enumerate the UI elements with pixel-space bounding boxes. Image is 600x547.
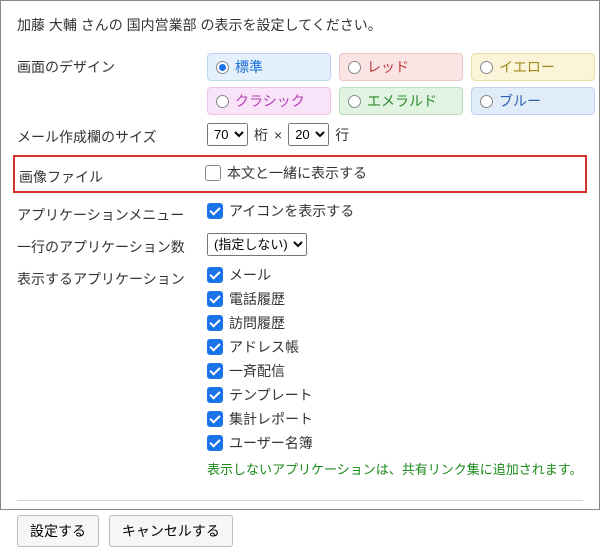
apps-note: 表示しないアプリケーションは、共有リンク集に追加されます。 (207, 459, 583, 478)
app-label: アドレス帳 (229, 337, 299, 357)
label-design: 画面のデザイン (17, 53, 207, 77)
theme-label: ブルー (499, 91, 541, 111)
mail-rows-unit: 行 (335, 125, 349, 145)
app-checkbox[interactable] (207, 435, 223, 451)
page-intro: 加藤 大輔 さんの 国内営業部 の表示を設定してください。 (17, 15, 583, 35)
mail-cols-select[interactable]: 70 (207, 123, 248, 146)
row-app-menu: アプリケーションメニュー アイコンを表示する (17, 201, 583, 225)
app-checkbox[interactable] (207, 339, 223, 355)
mail-times: × (274, 127, 282, 143)
theme-option-emerald[interactable]: エメラルド (339, 87, 463, 115)
app-item: 電話履歴 (207, 289, 583, 309)
app-menu-checkbox[interactable] (207, 203, 223, 219)
theme-label: レッド (367, 57, 409, 77)
app-label: 訪問履歴 (229, 313, 285, 333)
app-checkbox[interactable] (207, 411, 223, 427)
footer: 設定する キャンセルする (17, 500, 583, 547)
app-item: アドレス帳 (207, 337, 583, 357)
app-label: 集計レポート (229, 409, 313, 429)
app-label: 電話履歴 (229, 289, 285, 309)
app-item: 訪問履歴 (207, 313, 583, 333)
row-apps-per-row: 一行のアプリケーション数 (指定しない) (17, 233, 583, 257)
app-item: テンプレート (207, 385, 583, 405)
apps-list: メール 電話履歴 訪問履歴 アドレス帳 一斉配信 テンプレート 集計レポート (207, 265, 583, 478)
label-mail-size: メール作成欄のサイズ (17, 123, 207, 147)
label-app-menu: アプリケーションメニュー (17, 201, 207, 225)
app-checkbox[interactable] (207, 363, 223, 379)
row-show-apps: 表示するアプリケーション メール 電話履歴 訪問履歴 アドレス帳 一斉配信 テン… (17, 265, 583, 478)
radio-icon (216, 61, 229, 74)
app-label: ユーザー名簿 (229, 433, 313, 453)
theme-option-blue[interactable]: ブルー (471, 87, 595, 115)
row-mail-size: メール作成欄のサイズ 70 桁 × 20 行 (17, 123, 583, 147)
app-item: メール (207, 265, 583, 285)
theme-option-classic[interactable]: クラシック (207, 87, 331, 115)
highlight-image-file: 画像ファイル 本文と一緒に表示する (13, 155, 587, 193)
apps-per-row-select[interactable]: (指定しない) (207, 233, 307, 256)
app-label: 一斉配信 (229, 361, 285, 381)
app-menu-checkbox-label: アイコンを表示する (229, 201, 354, 221)
theme-label: クラシック (235, 91, 305, 111)
app-checkbox[interactable] (207, 315, 223, 331)
theme-option-standard[interactable]: 標準 (207, 53, 331, 81)
theme-label: イエロー (499, 57, 555, 77)
app-checkbox[interactable] (207, 267, 223, 283)
theme-grid: 標準 レッド イエロー クラシック エメラルド ブルー (207, 53, 595, 115)
theme-option-red[interactable]: レッド (339, 53, 463, 81)
theme-option-yellow[interactable]: イエロー (471, 53, 595, 81)
app-item: 集計レポート (207, 409, 583, 429)
mail-cols-unit: 桁 (254, 125, 268, 145)
row-design: 画面のデザイン 標準 レッド イエロー クラシック エメラルド (17, 53, 583, 115)
image-file-checkbox[interactable] (205, 165, 221, 181)
radio-icon (348, 95, 361, 108)
radio-icon (480, 95, 493, 108)
app-label: メール (229, 265, 271, 285)
submit-button[interactable]: 設定する (17, 515, 99, 547)
cancel-button[interactable]: キャンセルする (109, 515, 233, 547)
mail-rows-select[interactable]: 20 (288, 123, 329, 146)
app-item: 一斉配信 (207, 361, 583, 381)
theme-label: エメラルド (367, 91, 437, 111)
app-checkbox[interactable] (207, 387, 223, 403)
app-checkbox[interactable] (207, 291, 223, 307)
image-file-checkbox-label: 本文と一緒に表示する (227, 163, 367, 183)
radio-icon (216, 95, 229, 108)
theme-label: 標準 (235, 57, 263, 77)
label-image-file: 画像ファイル (19, 163, 205, 187)
label-apps-per-row: 一行のアプリケーション数 (17, 233, 207, 257)
app-item: ユーザー名簿 (207, 433, 583, 453)
radio-icon (480, 61, 493, 74)
label-show-apps: 表示するアプリケーション (17, 265, 207, 289)
radio-icon (348, 61, 361, 74)
app-label: テンプレート (229, 385, 313, 405)
